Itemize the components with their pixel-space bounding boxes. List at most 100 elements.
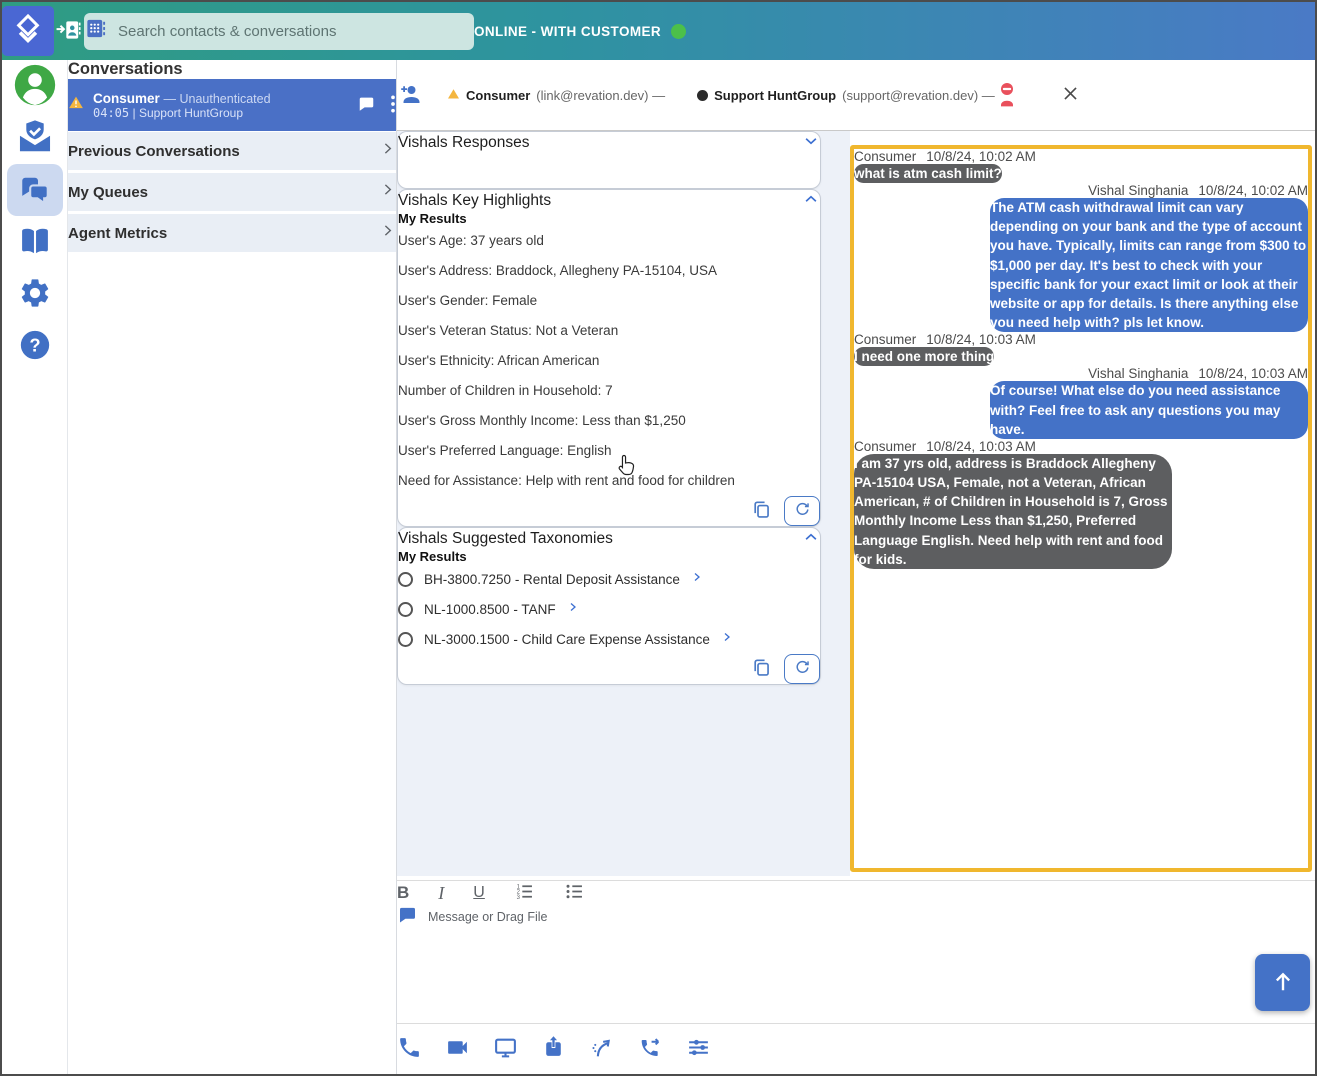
copy-icon bbox=[751, 666, 772, 681]
ordered-list-button[interactable]: 123 bbox=[514, 881, 535, 905]
radio-icon[interactable] bbox=[398, 572, 413, 587]
section-agent-metrics[interactable]: Agent Metrics bbox=[68, 213, 396, 254]
send-message-button[interactable] bbox=[1255, 954, 1310, 1011]
bold-button[interactable]: B bbox=[397, 883, 409, 903]
global-search bbox=[84, 13, 474, 50]
taxonomy-option: NL-3000.1500 - Child Care Expense Assist… bbox=[398, 624, 820, 654]
message-sender: Consumer bbox=[854, 149, 916, 164]
refresh-taxonomies-button[interactable] bbox=[784, 654, 820, 684]
chat-message: Consumer 10/8/24, 10:02 AM what is atm c… bbox=[854, 149, 1308, 183]
contact-directory-button[interactable] bbox=[54, 16, 84, 46]
contact-search-icon bbox=[84, 17, 107, 45]
participant-name: Consumer bbox=[466, 88, 530, 103]
video-call-icon bbox=[445, 1048, 470, 1063]
settings-gear-icon bbox=[18, 276, 52, 313]
key-highlights-title: Vishals Key Highlights bbox=[398, 192, 551, 210]
svg-text:?: ? bbox=[29, 334, 40, 355]
ai-escalate-button[interactable] bbox=[589, 1035, 614, 1063]
message-bubble-icon bbox=[397, 905, 418, 928]
expand-responses-button[interactable] bbox=[802, 132, 820, 153]
collapse-highlights-button[interactable] bbox=[802, 190, 820, 211]
key-highlights-card: Vishals Key Highlights My Results User's… bbox=[397, 189, 821, 527]
highlight-item: User's Gross Monthly Income: Less than $… bbox=[398, 406, 820, 436]
rail-item-help[interactable]: ? bbox=[7, 320, 63, 372]
collapse-taxonomies-button[interactable] bbox=[802, 528, 820, 549]
message-timestamp: 10/8/24, 10:03 AM bbox=[1198, 366, 1308, 381]
highlight-item: User's Ethnicity: African American bbox=[398, 346, 820, 376]
highlight-item: User's Preferred Language: English bbox=[398, 436, 820, 466]
search-input[interactable] bbox=[118, 23, 474, 40]
chat-message: Consumer 10/8/24, 10:03 AM I need one mo… bbox=[854, 332, 1308, 366]
highlight-item: Number of Children in Household: 7 bbox=[398, 376, 820, 406]
close-conversation-button[interactable] bbox=[1061, 84, 1080, 106]
copy-taxonomies-button[interactable] bbox=[751, 657, 772, 681]
call-transfer-button[interactable] bbox=[637, 1035, 662, 1063]
responses-card-title: Vishals Responses bbox=[398, 134, 530, 152]
rail-item-inbox[interactable] bbox=[7, 112, 63, 164]
verified-inbox-icon bbox=[16, 118, 54, 159]
rail-item-profile[interactable] bbox=[7, 60, 63, 112]
participant-address: (support@revation.dev) — bbox=[842, 88, 995, 103]
highlight-item: Need for Assistance: Help with rent and … bbox=[398, 466, 820, 496]
section-previous-conversations[interactable]: Previous Conversations bbox=[68, 131, 396, 172]
chevron-up-icon bbox=[802, 534, 820, 549]
refresh-icon bbox=[794, 501, 811, 521]
chevron-right-icon bbox=[379, 181, 396, 203]
chat-message: Consumer 10/8/24, 10:03 AM I am 37 yrs o… bbox=[854, 439, 1308, 569]
chat-transcript-highlighted[interactable]: Consumer 10/8/24, 10:02 AM what is atm c… bbox=[850, 145, 1312, 872]
warning-icon bbox=[68, 95, 84, 115]
block-user-button[interactable] bbox=[995, 81, 1019, 110]
message-input-placeholder: Message or Drag File bbox=[428, 910, 548, 924]
profile-avatar-icon bbox=[13, 63, 57, 110]
warning-icon bbox=[447, 88, 460, 103]
ai-escalate-icon bbox=[589, 1048, 614, 1063]
conversation-header: Consumer (link@revation.dev) — Support H… bbox=[397, 60, 1315, 131]
message-bubble: Of course! What else do you need assista… bbox=[990, 381, 1308, 438]
taxonomies-title: Vishals Suggested Taxonomies bbox=[398, 530, 613, 548]
refresh-highlights-button[interactable] bbox=[784, 496, 820, 526]
app-logo bbox=[2, 6, 54, 56]
radio-icon[interactable] bbox=[398, 632, 413, 647]
bullet-list-button[interactable] bbox=[564, 881, 585, 905]
presence-status[interactable]: ONLINE - WITH CUSTOMER bbox=[474, 24, 686, 39]
knowledge-book-icon bbox=[17, 223, 53, 262]
conversations-panel-title: Conversations bbox=[68, 60, 396, 79]
file-upload-button[interactable] bbox=[541, 1035, 566, 1063]
taxonomy-option: NL-1000.8500 - TANF bbox=[398, 594, 820, 624]
open-taxonomy-chevron-icon[interactable] bbox=[567, 600, 579, 618]
rail-item-knowledge[interactable] bbox=[7, 216, 63, 268]
message-sender: Consumer bbox=[854, 439, 916, 454]
rail-item-settings[interactable] bbox=[7, 268, 63, 320]
add-participant-button[interactable] bbox=[397, 82, 423, 109]
section-my-queues[interactable]: My Queues bbox=[68, 172, 396, 213]
svg-text:3: 3 bbox=[516, 895, 520, 901]
video-call-button[interactable] bbox=[445, 1035, 470, 1063]
format-toolbar: B I U 123 bbox=[397, 881, 1315, 905]
open-taxonomy-chevron-icon[interactable] bbox=[691, 570, 703, 588]
message-timestamp: 10/8/24, 10:03 AM bbox=[926, 439, 1036, 454]
italic-button[interactable]: I bbox=[438, 883, 444, 904]
screen-share-button[interactable] bbox=[493, 1035, 518, 1063]
open-taxonomy-chevron-icon[interactable] bbox=[721, 630, 733, 648]
conversation-separator: | bbox=[132, 106, 135, 120]
voice-call-button[interactable] bbox=[397, 1035, 422, 1063]
top-bar: ONLINE - WITH CUSTOMER bbox=[2, 2, 1315, 60]
underline-button[interactable]: U bbox=[473, 884, 485, 902]
conversation-more-button[interactable] bbox=[390, 94, 396, 117]
message-composer[interactable]: B I U 123 Message or Drag File bbox=[397, 880, 1315, 1023]
conversation-item-consumer[interactable]: Consumer — Unauthenticated 04:05 | Suppo… bbox=[68, 79, 396, 131]
taxonomies-list: BH-3800.7250 - Rental Deposit Assistance… bbox=[398, 564, 820, 654]
message-timestamp: 10/8/24, 10:02 AM bbox=[926, 149, 1036, 164]
settings-sliders-button[interactable] bbox=[685, 1035, 712, 1063]
file-upload-icon bbox=[541, 1048, 566, 1063]
rail-item-conversations[interactable] bbox=[7, 164, 63, 216]
linklive-app-window: ONLINE - WITH CUSTOMER bbox=[0, 0, 1317, 1076]
copy-highlights-button[interactable] bbox=[751, 499, 772, 523]
diamond-logo-icon bbox=[11, 11, 45, 52]
settings-sliders-icon bbox=[685, 1048, 712, 1063]
message-bubble: I am 37 yrs old, address is Braddock All… bbox=[854, 454, 1172, 569]
highlight-item: User's Gender: Female bbox=[398, 286, 820, 316]
message-input[interactable]: Message or Drag File bbox=[397, 905, 1315, 928]
radio-icon[interactable] bbox=[398, 602, 413, 617]
conversation-chat-button[interactable] bbox=[357, 95, 376, 116]
